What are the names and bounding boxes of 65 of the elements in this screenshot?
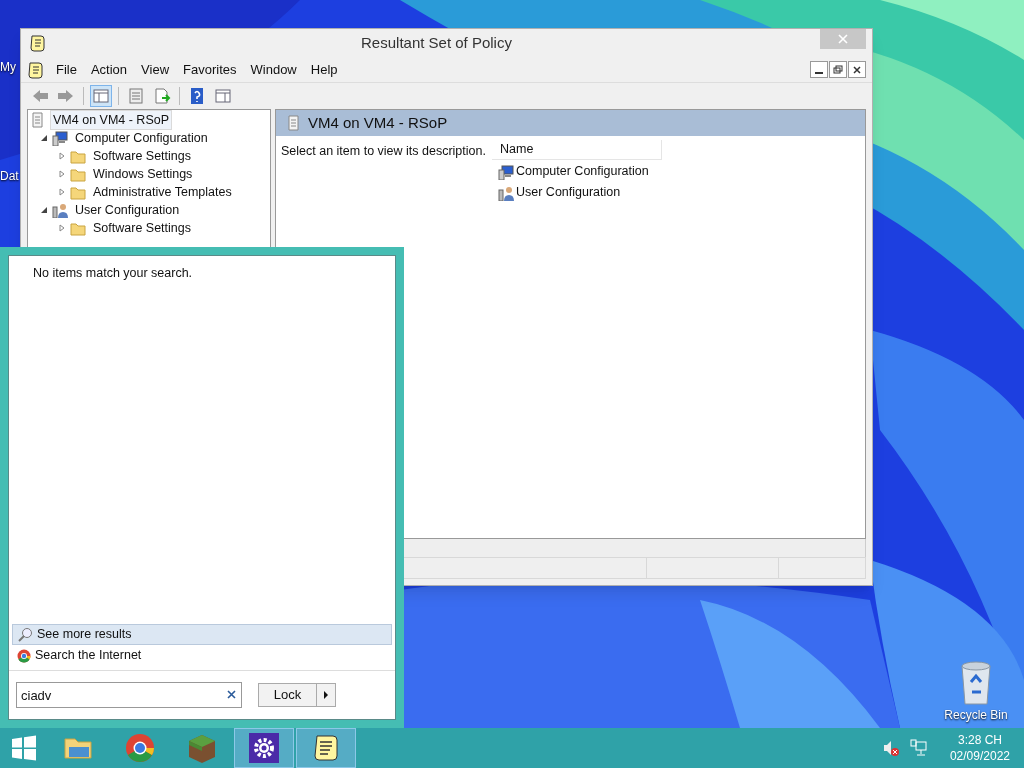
gear-icon [249, 733, 279, 763]
back-arrow-icon [31, 87, 49, 105]
document-icon [286, 115, 302, 131]
panel-icon [214, 87, 232, 105]
collapsed-arrow-icon[interactable] [58, 224, 66, 232]
muted-speaker-icon[interactable] [881, 739, 900, 757]
recycle-bin-icon[interactable] [958, 660, 994, 706]
window-title: Resultant Set of Policy [360, 32, 513, 53]
policy-app-icon[interactable] [27, 60, 45, 79]
collapsed-arrow-icon[interactable] [58, 170, 66, 178]
console-tree-button[interactable] [90, 85, 112, 107]
expanded-arrow-icon[interactable] [40, 206, 48, 214]
export-icon [153, 87, 171, 105]
close-icon [851, 63, 863, 76]
tree-item[interactable]: VM4 on VM4 - RSoP [50, 110, 172, 131]
document-icon [30, 112, 46, 128]
policy-app-icon [29, 34, 47, 52]
menu-item[interactable]: File [49, 59, 84, 80]
menu-item[interactable]: Window [243, 59, 304, 80]
computer-icon [52, 130, 68, 146]
search-result-item[interactable]: Search the Internet [12, 645, 392, 666]
close-button[interactable] [848, 61, 866, 78]
collapsed-arrow-icon[interactable] [58, 188, 66, 196]
help-icon [188, 87, 206, 105]
list-item[interactable]: User Configuration [516, 183, 621, 202]
restore-button[interactable] [829, 61, 847, 78]
folder-icon [70, 184, 86, 200]
collapsed-arrow-icon[interactable] [58, 152, 66, 160]
minimize-icon [815, 71, 823, 74]
scroll-icon [311, 733, 341, 763]
menu-item[interactable]: Favorites [176, 59, 244, 80]
desktop-icon-label[interactable]: Dat [0, 167, 19, 185]
header-title: VM4 on VM4 - RSoP [308, 112, 448, 133]
folder-icon [70, 220, 86, 236]
taskbar-app-button[interactable] [234, 728, 294, 768]
windows-logo-icon [11, 735, 37, 761]
search-icon [17, 626, 33, 643]
forward-arrow-icon [57, 87, 75, 105]
menu-item[interactable]: Help [303, 59, 345, 80]
folder-icon [70, 166, 86, 182]
list-icon [127, 87, 145, 105]
folder-icon [70, 148, 86, 164]
restore-icon [832, 63, 844, 76]
desktop-icon-label[interactable]: My [0, 58, 16, 76]
grass-block-icon [187, 733, 217, 763]
search-field[interactable]: ciadv [16, 682, 242, 708]
expanded-arrow-icon[interactable] [40, 134, 48, 142]
taskbar-app-button[interactable] [296, 728, 356, 768]
column-header[interactable]: Name [492, 140, 662, 160]
network-icon[interactable] [909, 739, 928, 757]
chrome-icon [125, 733, 155, 763]
list-item[interactable]: Computer Configuration [516, 162, 649, 181]
console-tree-icon [92, 87, 110, 105]
clear-icon[interactable] [227, 690, 236, 699]
computer-icon [498, 163, 514, 180]
user-icon [498, 184, 514, 201]
close-icon [838, 34, 848, 44]
no-results-message: No items match your search. [33, 265, 194, 282]
user-icon [52, 202, 68, 218]
menu-item[interactable]: View [134, 59, 177, 80]
search-result-item[interactable]: See more results [12, 624, 392, 645]
minimize-button[interactable] [810, 61, 828, 78]
caret-icon [323, 691, 329, 699]
chrome-icon [17, 648, 31, 663]
menu-item[interactable]: Action [83, 59, 135, 80]
